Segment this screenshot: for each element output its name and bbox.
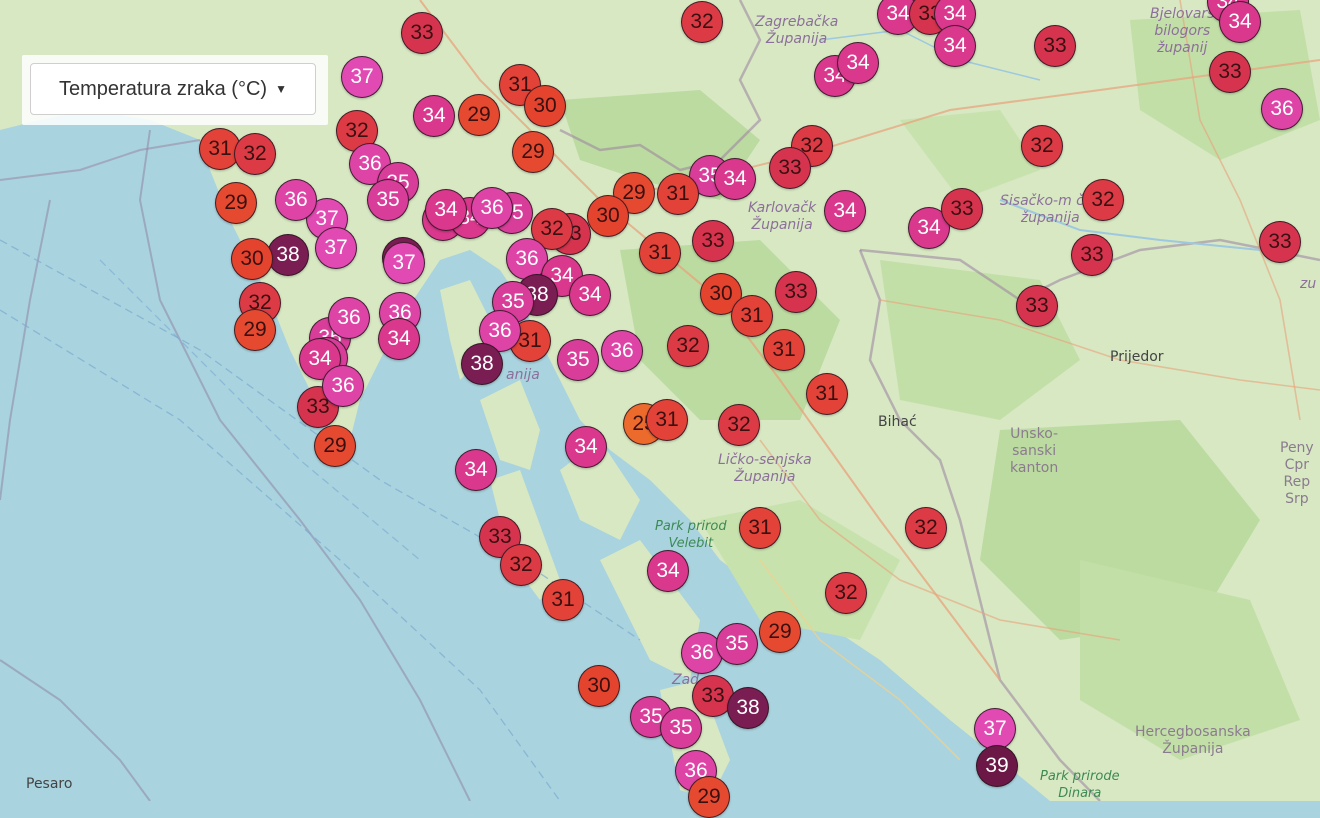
temperature-marker[interactable]: 33 [1071, 234, 1113, 276]
temperature-marker[interactable]: 31 [542, 579, 584, 621]
temperature-marker[interactable]: 31 [739, 507, 781, 549]
temperature-marker[interactable]: 38 [461, 343, 503, 385]
temperature-marker[interactable]: 34 [425, 189, 467, 231]
temperature-marker[interactable]: 31 [646, 399, 688, 441]
temperature-marker[interactable]: 31 [806, 373, 848, 415]
temperature-marker[interactable]: 36 [275, 179, 317, 221]
temperature-marker[interactable]: 29 [512, 131, 554, 173]
temperature-marker[interactable]: 32 [1082, 179, 1124, 221]
temperature-marker[interactable]: 32 [234, 133, 276, 175]
temperature-marker[interactable]: 34 [647, 550, 689, 592]
temperature-marker[interactable]: 33 [692, 220, 734, 262]
temperature-marker[interactable]: 36 [1261, 88, 1303, 130]
temperature-marker[interactable]: 35 [557, 339, 599, 381]
temperature-marker[interactable]: 34 [413, 95, 455, 137]
temperature-marker[interactable]: 37 [315, 227, 357, 269]
temperature-marker[interactable]: 30 [587, 195, 629, 237]
temperature-marker[interactable]: 34 [378, 318, 420, 360]
temperature-marker[interactable]: 29 [314, 425, 356, 467]
temperature-marker[interactable]: 37 [383, 242, 425, 284]
temperature-marker[interactable]: 34 [837, 42, 879, 84]
temperature-marker[interactable]: 30 [578, 665, 620, 707]
temperature-marker[interactable]: 37 [974, 708, 1016, 750]
temperature-marker[interactable]: 33 [1016, 285, 1058, 327]
temperature-marker[interactable]: 37 [341, 56, 383, 98]
temperature-marker[interactable]: 32 [718, 404, 760, 446]
temperature-marker[interactable]: 31 [763, 329, 805, 371]
temperature-marker[interactable]: 31 [731, 295, 773, 337]
temperature-marker[interactable]: 36 [471, 187, 513, 229]
temperature-marker[interactable]: 34 [934, 25, 976, 67]
temperature-marker[interactable]: 29 [234, 309, 276, 351]
temperature-marker[interactable]: 34 [1219, 1, 1261, 43]
temperature-marker[interactable]: 33 [941, 188, 983, 230]
temperature-marker[interactable]: 39 [976, 745, 1018, 787]
temperature-marker[interactable]: 38 [727, 687, 769, 729]
temperature-marker[interactable]: 35 [716, 623, 758, 665]
temperature-marker[interactable]: 33 [775, 271, 817, 313]
temperature-marker[interactable]: 32 [500, 544, 542, 586]
temperature-marker[interactable]: 33 [401, 12, 443, 54]
temperature-marker[interactable]: 30 [524, 85, 566, 127]
temperature-marker[interactable]: 36 [601, 330, 643, 372]
temperature-marker[interactable]: 35 [367, 179, 409, 221]
temperature-marker[interactable]: 34 [569, 274, 611, 316]
temperature-marker[interactable]: 32 [681, 1, 723, 43]
temperature-marker[interactable]: 34 [714, 158, 756, 200]
temperature-marker[interactable]: 34 [824, 190, 866, 232]
temperature-marker[interactable]: 32 [825, 572, 867, 614]
layer-control: Temperatura zraka (°C) ▼ [22, 55, 328, 125]
temperature-marker[interactable]: 32 [905, 507, 947, 549]
temperature-marker[interactable]: 30 [231, 238, 273, 280]
temperature-marker[interactable]: 29 [688, 776, 730, 818]
parameter-dropdown[interactable]: Temperatura zraka (°C) ▼ [30, 63, 316, 115]
temperature-marker[interactable]: 29 [215, 182, 257, 224]
temperature-marker[interactable]: 35 [660, 707, 702, 749]
temperature-marker[interactable]: 33 [1034, 25, 1076, 67]
temperature-marker[interactable]: 29 [759, 611, 801, 653]
temperature-marker[interactable]: 36 [322, 365, 364, 407]
temperature-marker[interactable]: 32 [667, 325, 709, 367]
temperature-marker[interactable]: 31 [657, 173, 699, 215]
temperature-marker[interactable]: 31 [639, 232, 681, 274]
temperature-marker[interactable]: 32 [1021, 125, 1063, 167]
parameter-dropdown-label: Temperatura zraka (°C) [59, 77, 268, 100]
temperature-marker[interactable]: 29 [458, 94, 500, 136]
temperature-marker[interactable]: 36 [328, 297, 370, 339]
temperature-marker[interactable]: 33 [1259, 221, 1301, 263]
caret-down-icon: ▼ [275, 82, 287, 96]
temperature-marker[interactable]: 33 [769, 147, 811, 189]
temperature-marker[interactable]: 34 [455, 449, 497, 491]
temperature-marker[interactable]: 34 [565, 426, 607, 468]
temperature-marker[interactable]: 38 [267, 234, 309, 276]
temperature-marker[interactable]: 33 [1209, 51, 1251, 93]
